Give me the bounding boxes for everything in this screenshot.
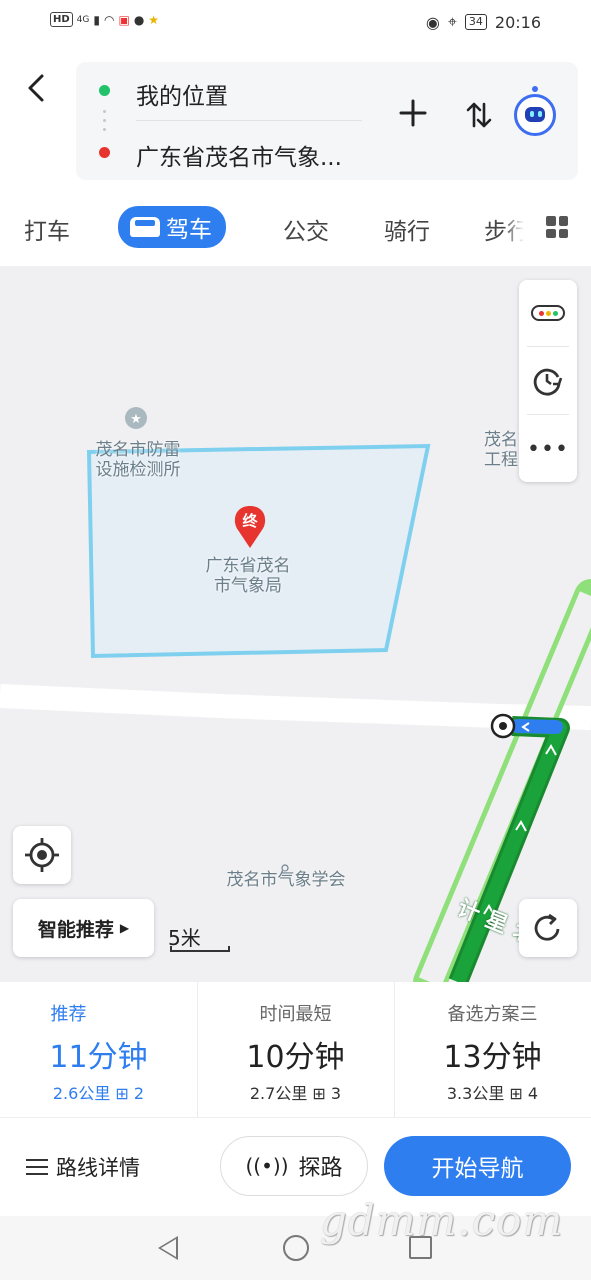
locate-icon bbox=[25, 838, 59, 872]
back-arrow-icon[interactable] bbox=[20, 70, 56, 106]
locate-button[interactable] bbox=[13, 826, 71, 884]
message-icon: ● bbox=[133, 12, 145, 27]
route-meta: 2.6公里 ⊞ 2 bbox=[0, 1080, 197, 1104]
history-button[interactable] bbox=[519, 348, 577, 414]
map-controls: ••• bbox=[519, 280, 577, 482]
traffic-light-count-icon: ⊞ bbox=[312, 1084, 326, 1103]
route-time: 13分钟 bbox=[443, 1040, 542, 1075]
nav-home-icon[interactable] bbox=[283, 1235, 309, 1261]
tab-bike[interactable]: 骑行 bbox=[384, 212, 430, 246]
battery-icon: 34 bbox=[464, 14, 487, 30]
status-left: HD 4G ▮ ◠ ▣ ● ★ bbox=[50, 12, 159, 27]
route-option[interactable]: 备选方案三 13分钟 3.3公里 ⊞ 4 bbox=[394, 982, 591, 1118]
eye-icon: ◉ bbox=[425, 12, 440, 32]
route-distance: 3.3公里 bbox=[446, 1084, 505, 1103]
map-scale-bar bbox=[170, 946, 230, 952]
route-details-button[interactable]: 路线详情 bbox=[26, 1152, 140, 1182]
route-time: 10分钟 bbox=[246, 1040, 345, 1075]
wifi-icon: ◠ bbox=[103, 12, 115, 27]
start-navigation-button[interactable]: 开始导航 bbox=[384, 1136, 571, 1196]
add-stop-icon[interactable] bbox=[398, 98, 428, 136]
star-icon: ★ bbox=[148, 12, 160, 27]
more-modes-icon[interactable] bbox=[546, 216, 568, 238]
route-lights: 3 bbox=[330, 1084, 342, 1103]
route-tag: 时间最短 bbox=[259, 1004, 332, 1025]
status-bar: HD 4G ▮ ◠ ▣ ● ★ ◉ ⌖ 34 20:16 bbox=[0, 0, 591, 46]
traffic-light-icon bbox=[531, 305, 565, 321]
clock: 20:16 bbox=[494, 12, 541, 32]
destination-field[interactable]: 广东省茂名市气象... bbox=[136, 138, 342, 172]
more-icon[interactable]: ••• bbox=[519, 416, 577, 482]
tab-taxi[interactable]: 打车 bbox=[24, 212, 70, 246]
refresh-icon bbox=[534, 913, 560, 941]
route-distance: 2.7公里 bbox=[249, 1084, 308, 1103]
tab-drive[interactable]: 驾车 bbox=[118, 206, 226, 248]
route-lights: 2 bbox=[133, 1084, 145, 1103]
broadcast-icon: ((•)) bbox=[245, 1154, 289, 1178]
nav-back-icon[interactable] bbox=[158, 1236, 178, 1260]
destination-dot-icon bbox=[99, 147, 110, 158]
list-icon bbox=[26, 1159, 48, 1175]
status-right: ◉ ⌖ 34 20:16 bbox=[426, 12, 541, 32]
origin-field[interactable]: 我的位置 bbox=[136, 77, 228, 111]
ctrl-divider bbox=[527, 346, 569, 347]
smart-recommend-button[interactable]: 智能推荐 ▶ bbox=[13, 899, 154, 957]
route-tag: 备选方案三 bbox=[447, 1004, 538, 1025]
route-distance: 2.6公里 bbox=[52, 1084, 111, 1103]
refresh-button[interactable] bbox=[519, 899, 577, 957]
robot-eye bbox=[530, 111, 534, 117]
car-icon bbox=[130, 217, 160, 237]
traffic-light-count-icon: ⊞ bbox=[509, 1084, 523, 1103]
end-marker-label: 终 bbox=[242, 512, 258, 530]
route-connector bbox=[103, 107, 106, 137]
signal-icon: ▮ bbox=[93, 12, 100, 27]
network-label: 4G bbox=[76, 14, 90, 25]
route-option[interactable]: 推荐 11分钟 2.6公里 ⊞ 2 bbox=[0, 982, 197, 1118]
route-lights: 4 bbox=[527, 1084, 539, 1103]
play-triangle-icon: ▶ bbox=[119, 921, 130, 935]
route-meta: 2.7公里 ⊞ 3 bbox=[197, 1080, 394, 1104]
route-option[interactable]: 时间最短 10分钟 2.7公里 ⊞ 3 bbox=[197, 982, 394, 1118]
route-details-label: 路线详情 bbox=[56, 1156, 140, 1180]
watermark: gdmm.com bbox=[320, 1196, 564, 1245]
route-input-box: 我的位置 广东省茂名市气象... bbox=[76, 62, 578, 180]
route-meta: 3.3公里 ⊞ 4 bbox=[394, 1080, 591, 1104]
tab-bus[interactable]: 公交 bbox=[283, 212, 329, 246]
map-view[interactable]: ★ 终 茂名市防雷 设施检测所 茂名市气 工程 广东省茂名 市气象局 茂名市气象… bbox=[0, 266, 591, 982]
probe-label: 探路 bbox=[298, 1156, 343, 1181]
clock-refresh-icon bbox=[533, 368, 563, 396]
traffic-light-count-icon: ⊞ bbox=[115, 1084, 129, 1103]
poi-label: 茂名市防雷 设施检测所 bbox=[95, 440, 181, 480]
society-label: 茂名市气象学会 bbox=[226, 870, 346, 890]
destination-label: 广东省茂名 市气象局 bbox=[205, 556, 291, 596]
field-divider bbox=[136, 120, 362, 121]
tab-walk[interactable]: 步行 bbox=[484, 212, 524, 246]
route-tag: 推荐 bbox=[50, 1004, 87, 1025]
location-icon: ⌖ bbox=[447, 12, 457, 31]
ctrl-divider bbox=[527, 414, 569, 415]
transport-tabs: 打车 驾车 公交 骑行 步行 bbox=[0, 200, 591, 258]
notification-icon: ▣ bbox=[118, 12, 130, 27]
robot-antenna bbox=[532, 86, 538, 92]
assistant-robot-icon[interactable] bbox=[514, 86, 556, 136]
route-time: 11分钟 bbox=[49, 1040, 148, 1075]
swap-icon[interactable] bbox=[464, 100, 494, 138]
traffic-toggle[interactable] bbox=[519, 280, 577, 346]
robot-eye bbox=[538, 111, 542, 117]
hd-badge: HD bbox=[50, 12, 73, 27]
tab-drive-label: 驾车 bbox=[166, 217, 212, 243]
probe-button[interactable]: ((•)) 探路 bbox=[220, 1136, 368, 1196]
origin-dot-icon bbox=[99, 85, 110, 96]
route-options: 推荐 11分钟 2.6公里 ⊞ 2 时间最短 10分钟 2.7公里 ⊞ 3 备选… bbox=[0, 982, 591, 1118]
smart-recommend-label: 智能推荐 bbox=[37, 918, 114, 941]
svg-text:★: ★ bbox=[130, 412, 142, 427]
